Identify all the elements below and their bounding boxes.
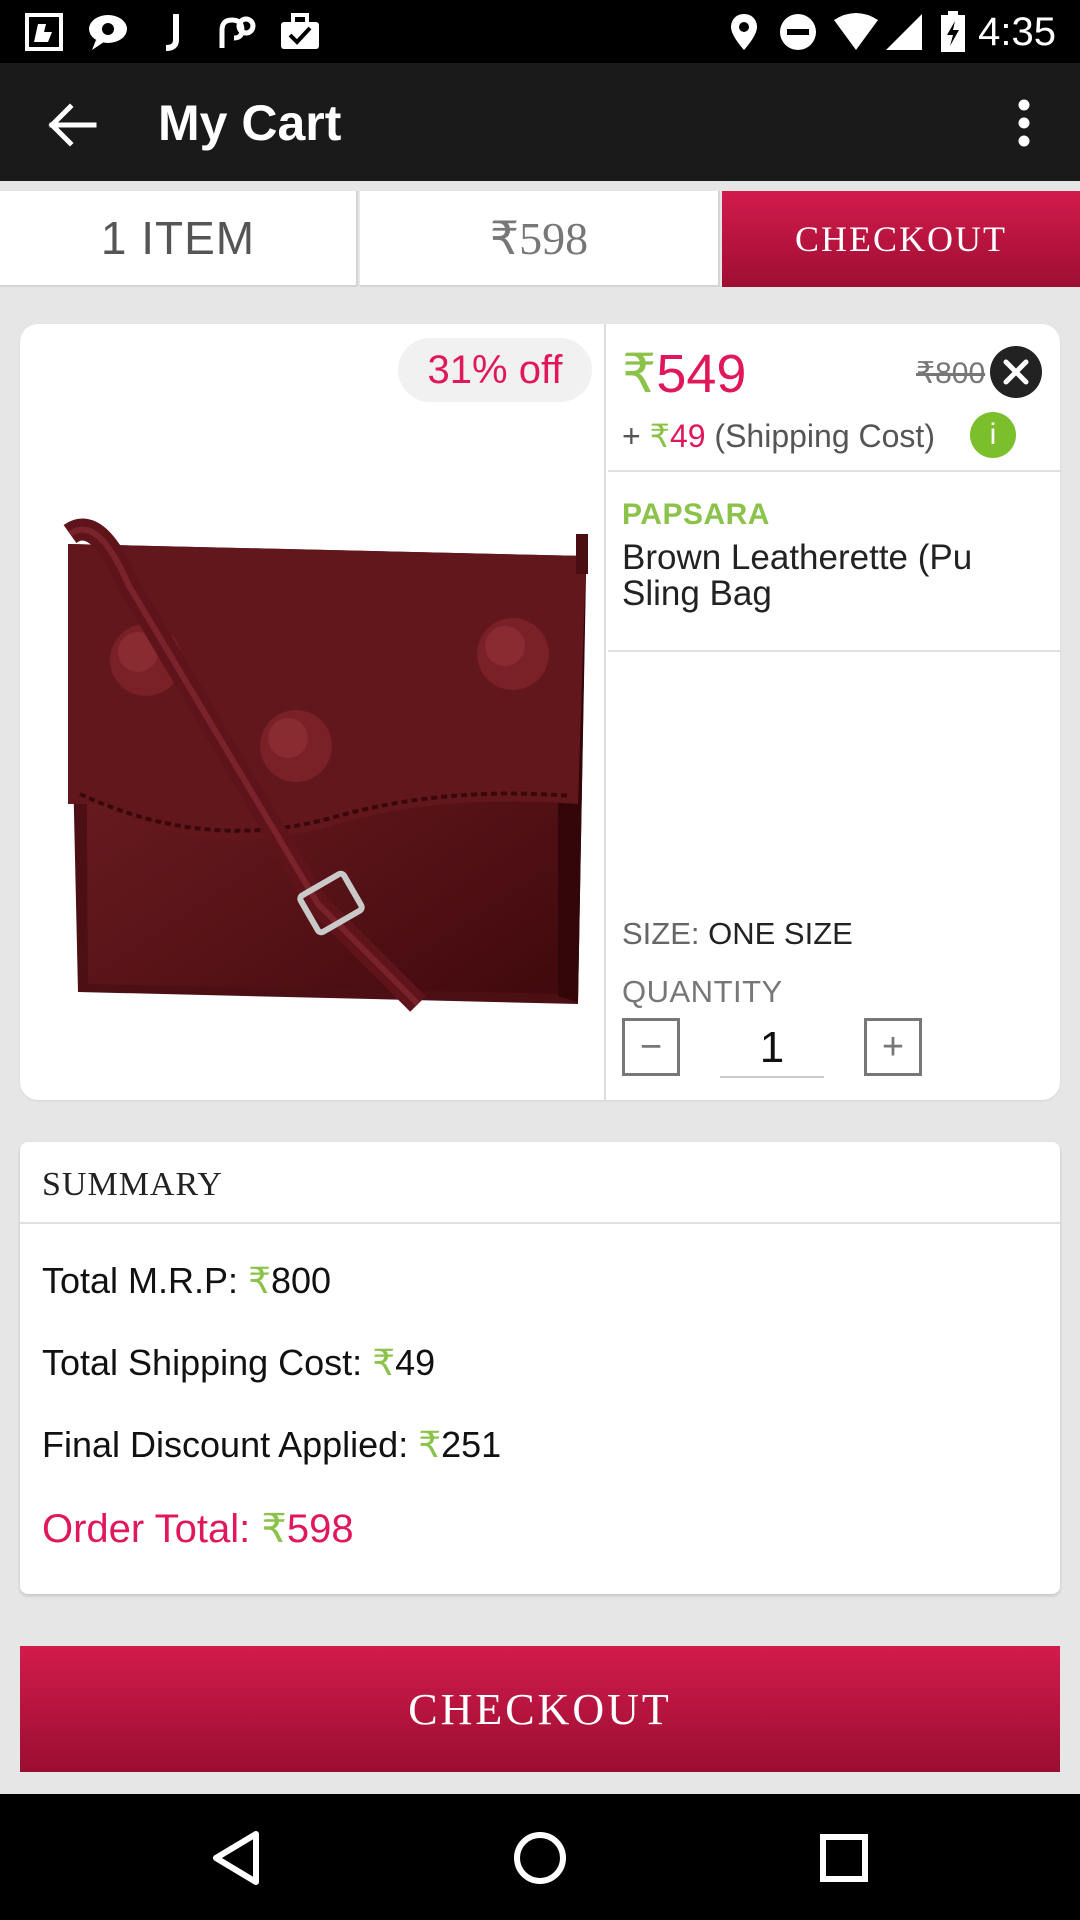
product-image-area[interactable]: 31% off [20,324,606,1100]
rupee-symbol: ₹ [649,418,670,454]
close-icon [1003,359,1029,385]
nav-back-icon [213,1831,259,1885]
size-value: ONE SIZE [708,916,853,951]
shipping-cost: + ₹49 (Shipping Cost) [622,416,935,456]
notification-app-icon [24,12,64,52]
final-discount-label: Final Discount Applied: [42,1424,409,1465]
cart-total-tab: ₹598 [360,191,720,287]
location-icon [728,12,760,52]
final-discount-value: 251 [441,1424,502,1465]
battery-charging-icon [940,11,966,52]
discount-badge: 31% off [398,338,592,402]
briefcase-check-icon [278,12,322,52]
nav-home-icon [514,1832,566,1884]
link-app-icon [214,12,258,52]
original-price: ₹800 [916,357,986,390]
info-icon[interactable]: i [970,412,1016,458]
wifi-icon [832,12,880,52]
cell-signal-icon [884,12,924,52]
navigation-bar [0,1794,1080,1920]
rupee-symbol: ₹ [622,344,657,404]
do-not-disturb-icon [778,12,818,52]
brand-name: PAPSARA [622,498,770,531]
size-row: SIZE: ONE SIZE [622,916,853,952]
nav-recents-icon [820,1834,868,1882]
final-discount-row: Final Discount Applied: ₹251 [42,1424,501,1466]
status-bar: 4:35 [0,0,1080,63]
total-mrp-value: 800 [270,1260,332,1301]
divider [20,1222,1060,1224]
nav-recents-button[interactable] [808,1822,880,1894]
item-count-tab: 1 ITEM [0,191,358,287]
page-title: My Cart [158,95,342,151]
quantity-label: QUANTITY [622,974,783,1009]
rupee-symbol: ₹ [248,1260,271,1301]
nav-back-button[interactable] [200,1822,272,1894]
total-mrp-row: Total M.R.P: ₹800 [42,1260,331,1302]
app-bar: My Cart [0,63,1080,181]
total-shipping-row: Total Shipping Cost: ₹49 [42,1342,435,1384]
cart-summary-bar: 1 ITEM ₹598 CHECKOUT [0,191,1080,287]
top-checkout-button[interactable]: CHECKOUT [722,191,1080,287]
back-button[interactable] [36,89,108,161]
order-summary-card: SUMMARY Total M.R.P: ₹800 Total Shipping… [20,1142,1060,1594]
sale-price-value: 549 [656,344,747,404]
j-app-icon [158,12,188,52]
more-vert-icon [1018,99,1030,147]
total-shipping-value: 49 [395,1342,436,1383]
sale-price: ₹549 [622,342,746,406]
rupee-symbol: ₹ [372,1342,396,1383]
product-image[interactable] [38,504,598,1024]
size-label: SIZE: [622,916,700,951]
rupee-symbol: ₹ [261,1507,287,1551]
total-shipping-label: Total Shipping Cost: [42,1342,363,1383]
order-total-label: Order Total: [42,1507,251,1551]
nav-home-button[interactable] [504,1822,576,1894]
price-block: ₹549 ₹800 + ₹49 (Shipping Cost) i [608,324,1060,472]
shipping-label: (Shipping Cost) [714,418,935,454]
order-total-value: 598 [286,1507,354,1551]
quantity-increase-button[interactable]: + [864,1018,922,1076]
shipping-amount: 49 [669,418,706,454]
checkout-button[interactable]: CHECKOUT [20,1646,1060,1772]
total-mrp-label: Total M.R.P: [42,1260,239,1301]
overflow-menu-button[interactable] [1000,87,1048,159]
cart-item-card: 31% off ₹549 ₹800 + ₹49 (Shipping Cost) … [20,324,1060,1100]
summary-title: SUMMARY [42,1166,223,1203]
product-name-block[interactable]: PAPSARA Brown Leatherette (Pu Sling Bag [608,474,1060,652]
rupee-symbol: ₹ [418,1424,442,1465]
quantity-input[interactable]: 1 [720,1022,824,1078]
status-time: 4:35 [978,10,1056,54]
remove-item-button[interactable] [990,346,1042,398]
arrow-back-icon [48,103,97,147]
shipping-prefix: + [622,418,641,454]
product-name[interactable]: Brown Leatherette (Pu Sling Bag [622,540,1042,612]
message-icon [86,12,130,52]
order-total-row: Order Total: ₹598 [42,1506,354,1552]
quantity-decrease-button[interactable]: − [622,1018,680,1076]
